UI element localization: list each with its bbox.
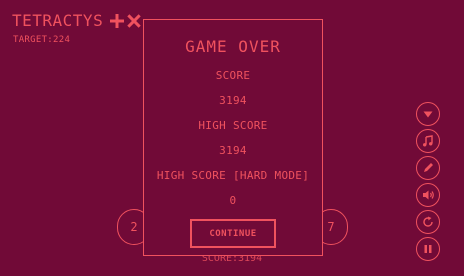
score-value: 3194: [219, 94, 247, 107]
continue-button[interactable]: CONTINUE: [190, 219, 276, 248]
plus-icon: [110, 14, 124, 28]
game-over-dialog: GAME OVER SCORE 3194 HIGH SCORE 3194 HIG…: [143, 19, 323, 256]
target-label: TARGET:224: [13, 35, 71, 45]
hard-mode-high-score-label: HIGH SCORE [HARD MODE]: [156, 169, 310, 182]
hard-mode-high-score-value: 0: [229, 194, 237, 207]
brand-icons: [107, 14, 141, 28]
score-label: SCORE: [215, 69, 251, 82]
chevron-down-icon: [423, 111, 433, 118]
music-note-icon: [423, 135, 433, 147]
game-stage: TETRACTYS TARGET:224 2 7 SCORE:3194 GAME…: [0, 0, 464, 276]
menu-button[interactable]: [416, 102, 440, 126]
high-score-label: HIGH SCORE: [198, 119, 268, 132]
dialog-title: GAME OVER: [185, 37, 281, 56]
restart-icon: [423, 216, 433, 227]
pause-button[interactable]: [416, 237, 440, 261]
cross-icon: [127, 14, 141, 28]
music-button[interactable]: [416, 129, 440, 153]
volume-icon: [423, 190, 434, 200]
pencil-icon: [424, 163, 433, 172]
restart-button[interactable]: [416, 210, 440, 234]
game-title: TETRACTYS: [12, 11, 104, 30]
pause-icon: [424, 245, 432, 253]
control-bar: [416, 102, 440, 264]
edit-button[interactable]: [416, 156, 440, 180]
sound-button[interactable]: [416, 183, 440, 207]
high-score-value: 3194: [219, 144, 247, 157]
brand: TETRACTYS: [12, 11, 141, 31]
